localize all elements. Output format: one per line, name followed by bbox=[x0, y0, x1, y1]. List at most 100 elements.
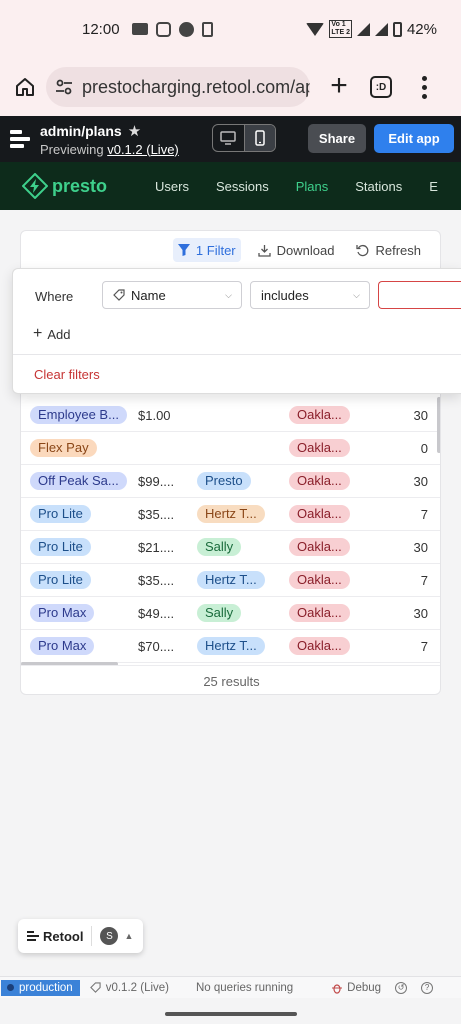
add-filter-button[interactable]: + Add bbox=[33, 325, 70, 343]
vertical-scrollbar[interactable] bbox=[437, 397, 440, 453]
partner-tag: Sally bbox=[197, 604, 242, 622]
battery-icon bbox=[392, 21, 402, 37]
location-tag: Oakla... bbox=[289, 604, 350, 622]
history-icon[interactable]: ↺ bbox=[395, 981, 408, 994]
share-button[interactable]: Share bbox=[308, 124, 366, 153]
tag-icon bbox=[113, 289, 125, 301]
table-row[interactable]: Employee B... $1.00 Oakla... 30 bbox=[21, 399, 440, 432]
release-version[interactable]: v0.1.2 (Live) bbox=[89, 982, 169, 994]
bug-icon bbox=[332, 983, 343, 994]
filter-button[interactable]: 1 Filter bbox=[172, 238, 241, 262]
nav-link-stations[interactable]: Stations bbox=[355, 179, 402, 194]
device-toggle[interactable] bbox=[212, 124, 276, 152]
table-row[interactable]: Off Peak Sa... $99.... Presto Oakla... 30 bbox=[21, 465, 440, 498]
chevron-up-icon[interactable]: ▲ bbox=[124, 931, 133, 941]
desktop-icon[interactable] bbox=[213, 125, 244, 151]
plan-name-tag: Pro Lite bbox=[30, 538, 91, 556]
retool-widget[interactable]: Retool S ▲ bbox=[18, 919, 143, 953]
location-tag: Oakla... bbox=[289, 571, 350, 589]
nav-link-users[interactable]: Users bbox=[155, 179, 189, 194]
days-cell: 30 bbox=[413, 606, 428, 621]
nav-links: Users Sessions Plans Stations E bbox=[155, 162, 461, 210]
filter-value-input[interactable] bbox=[378, 281, 461, 309]
wifi-icon bbox=[306, 22, 325, 36]
clock: 12:00 bbox=[82, 20, 120, 38]
signal-icon-2 bbox=[374, 22, 388, 36]
partner-tag: Hertz T... bbox=[197, 637, 265, 655]
days-cell: 30 bbox=[413, 474, 428, 489]
notification-icon bbox=[131, 23, 148, 35]
filter-column-select[interactable]: Name ⌵ bbox=[102, 281, 242, 309]
refresh-icon bbox=[356, 244, 369, 256]
signal-icon bbox=[356, 22, 370, 36]
address-bar[interactable]: prestocharging.retool.com/app bbox=[46, 67, 310, 107]
retool-status-bar: production v0.1.2 (Live) No queries runn… bbox=[0, 976, 461, 998]
presto-navbar: presto Users Sessions Plans Stations E bbox=[0, 162, 461, 210]
presto-logo[interactable]: presto bbox=[22, 173, 107, 199]
plan-name-tag: Pro Max bbox=[30, 637, 95, 655]
price-cell: $49.... bbox=[138, 606, 175, 621]
sim-icon bbox=[201, 21, 213, 37]
star-icon[interactable]: ★ bbox=[128, 122, 141, 140]
table-row[interactable]: Pro Max $70.... Hertz T... Oakla... 7 bbox=[21, 630, 440, 663]
table-row[interactable]: Pro Max $49.... Sally Oakla... 30 bbox=[21, 597, 440, 630]
retool-header: admin/plans ★ Previewing v0.1.2 (Live) S… bbox=[0, 116, 461, 162]
price-cell: $35.... bbox=[138, 573, 175, 588]
download-icon bbox=[257, 244, 271, 257]
plan-name-tag: Flex Pay bbox=[30, 439, 97, 457]
price-cell: $35.... bbox=[138, 507, 175, 522]
status-right: Vo 1 LTE 2 42% bbox=[306, 20, 437, 38]
days-cell: 7 bbox=[420, 573, 428, 588]
mobile-icon[interactable] bbox=[243, 125, 275, 151]
circle-notification-icon bbox=[178, 21, 194, 37]
environment-dot-icon bbox=[7, 984, 14, 991]
site-settings-icon[interactable] bbox=[54, 77, 74, 97]
nav-link-overflow[interactable]: E bbox=[429, 179, 438, 194]
refresh-button[interactable]: Refresh bbox=[351, 238, 426, 262]
nav-link-plans[interactable]: Plans bbox=[296, 179, 329, 194]
debug-button[interactable]: Debug bbox=[331, 982, 381, 994]
location-tag: Oakla... bbox=[289, 505, 350, 523]
lte-icon: Vo 1 LTE 2 bbox=[329, 20, 352, 38]
edit-app-button[interactable]: Edit app bbox=[374, 124, 454, 153]
plan-name-tag: Off Peak Sa... bbox=[30, 472, 127, 490]
download-button[interactable]: Download bbox=[253, 238, 340, 262]
previewing-label: Previewing bbox=[40, 141, 104, 157]
divider bbox=[13, 354, 461, 355]
filter-operator-select[interactable]: includes ⌵ bbox=[250, 281, 370, 309]
clear-filters-button[interactable]: Clear filters bbox=[34, 367, 100, 382]
help-icon[interactable]: ? bbox=[421, 981, 434, 994]
tab-switcher-button[interactable]: :D bbox=[370, 76, 392, 98]
chevron-down-icon: ⌵ bbox=[225, 290, 232, 300]
days-cell: 7 bbox=[420, 639, 428, 654]
price-cell: $70.... bbox=[138, 639, 175, 654]
nav-link-sessions[interactable]: Sessions bbox=[216, 179, 269, 194]
retool-logo-icon[interactable] bbox=[10, 130, 30, 148]
home-icon[interactable] bbox=[10, 72, 40, 102]
table-row[interactable]: Flex Pay Oakla... 0 bbox=[21, 432, 440, 465]
days-cell: 30 bbox=[413, 408, 428, 423]
android-status-bar: 12:00 Vo 1 LTE 2 42% bbox=[0, 0, 461, 58]
browser-menu-button[interactable] bbox=[414, 72, 434, 102]
location-tag: Oakla... bbox=[289, 472, 350, 490]
days-cell: 7 bbox=[420, 507, 428, 522]
location-tag: Oakla... bbox=[289, 406, 350, 424]
price-cell: $1.00 bbox=[138, 408, 171, 423]
separator bbox=[91, 926, 93, 946]
gesture-bar[interactable] bbox=[165, 1012, 297, 1016]
new-tab-button[interactable]: + bbox=[324, 71, 354, 102]
url-text: prestocharging.retool.com/app bbox=[82, 76, 310, 97]
days-cell: 30 bbox=[413, 540, 428, 555]
version-link[interactable]: v0.1.2 (Live) bbox=[107, 142, 179, 157]
chevron-down-icon: ⌵ bbox=[353, 290, 360, 300]
environment-badge[interactable]: production bbox=[1, 979, 80, 996]
plus-icon: + bbox=[33, 325, 43, 342]
tag-icon bbox=[89, 982, 101, 993]
table-row[interactable]: Pro Lite $35.... Hertz T... Oakla... 7 bbox=[21, 564, 440, 597]
table-row[interactable]: Pro Lite $21.... Sally Oakla... 30 bbox=[21, 531, 440, 564]
days-cell: 0 bbox=[420, 441, 428, 456]
avatar[interactable]: S bbox=[100, 927, 119, 945]
plan-name-tag: Pro Max bbox=[30, 604, 95, 622]
table-row[interactable]: Pro Lite $35.... Hertz T... Oakla... 7 bbox=[21, 498, 440, 531]
retool-logo-icon bbox=[27, 931, 39, 941]
